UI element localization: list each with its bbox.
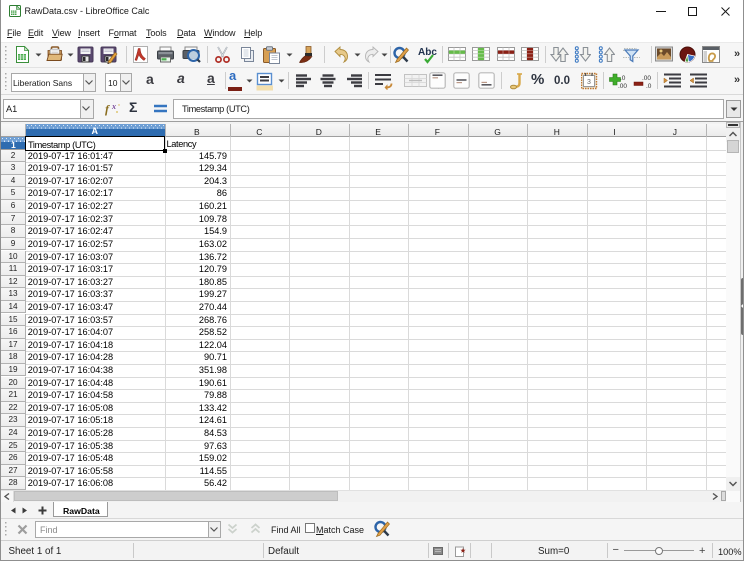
svg-text:.0: .0 [646, 83, 652, 90]
svg-text:f: f [105, 102, 110, 116]
svg-text:.00: .00 [618, 83, 627, 90]
svg-text:.0: .0 [620, 75, 626, 82]
svg-text:x: x [111, 102, 116, 111]
svg-text:Abc: Abc [418, 47, 437, 58]
svg-text:.00: .00 [642, 75, 651, 82]
svg-text:3: 3 [587, 79, 591, 86]
